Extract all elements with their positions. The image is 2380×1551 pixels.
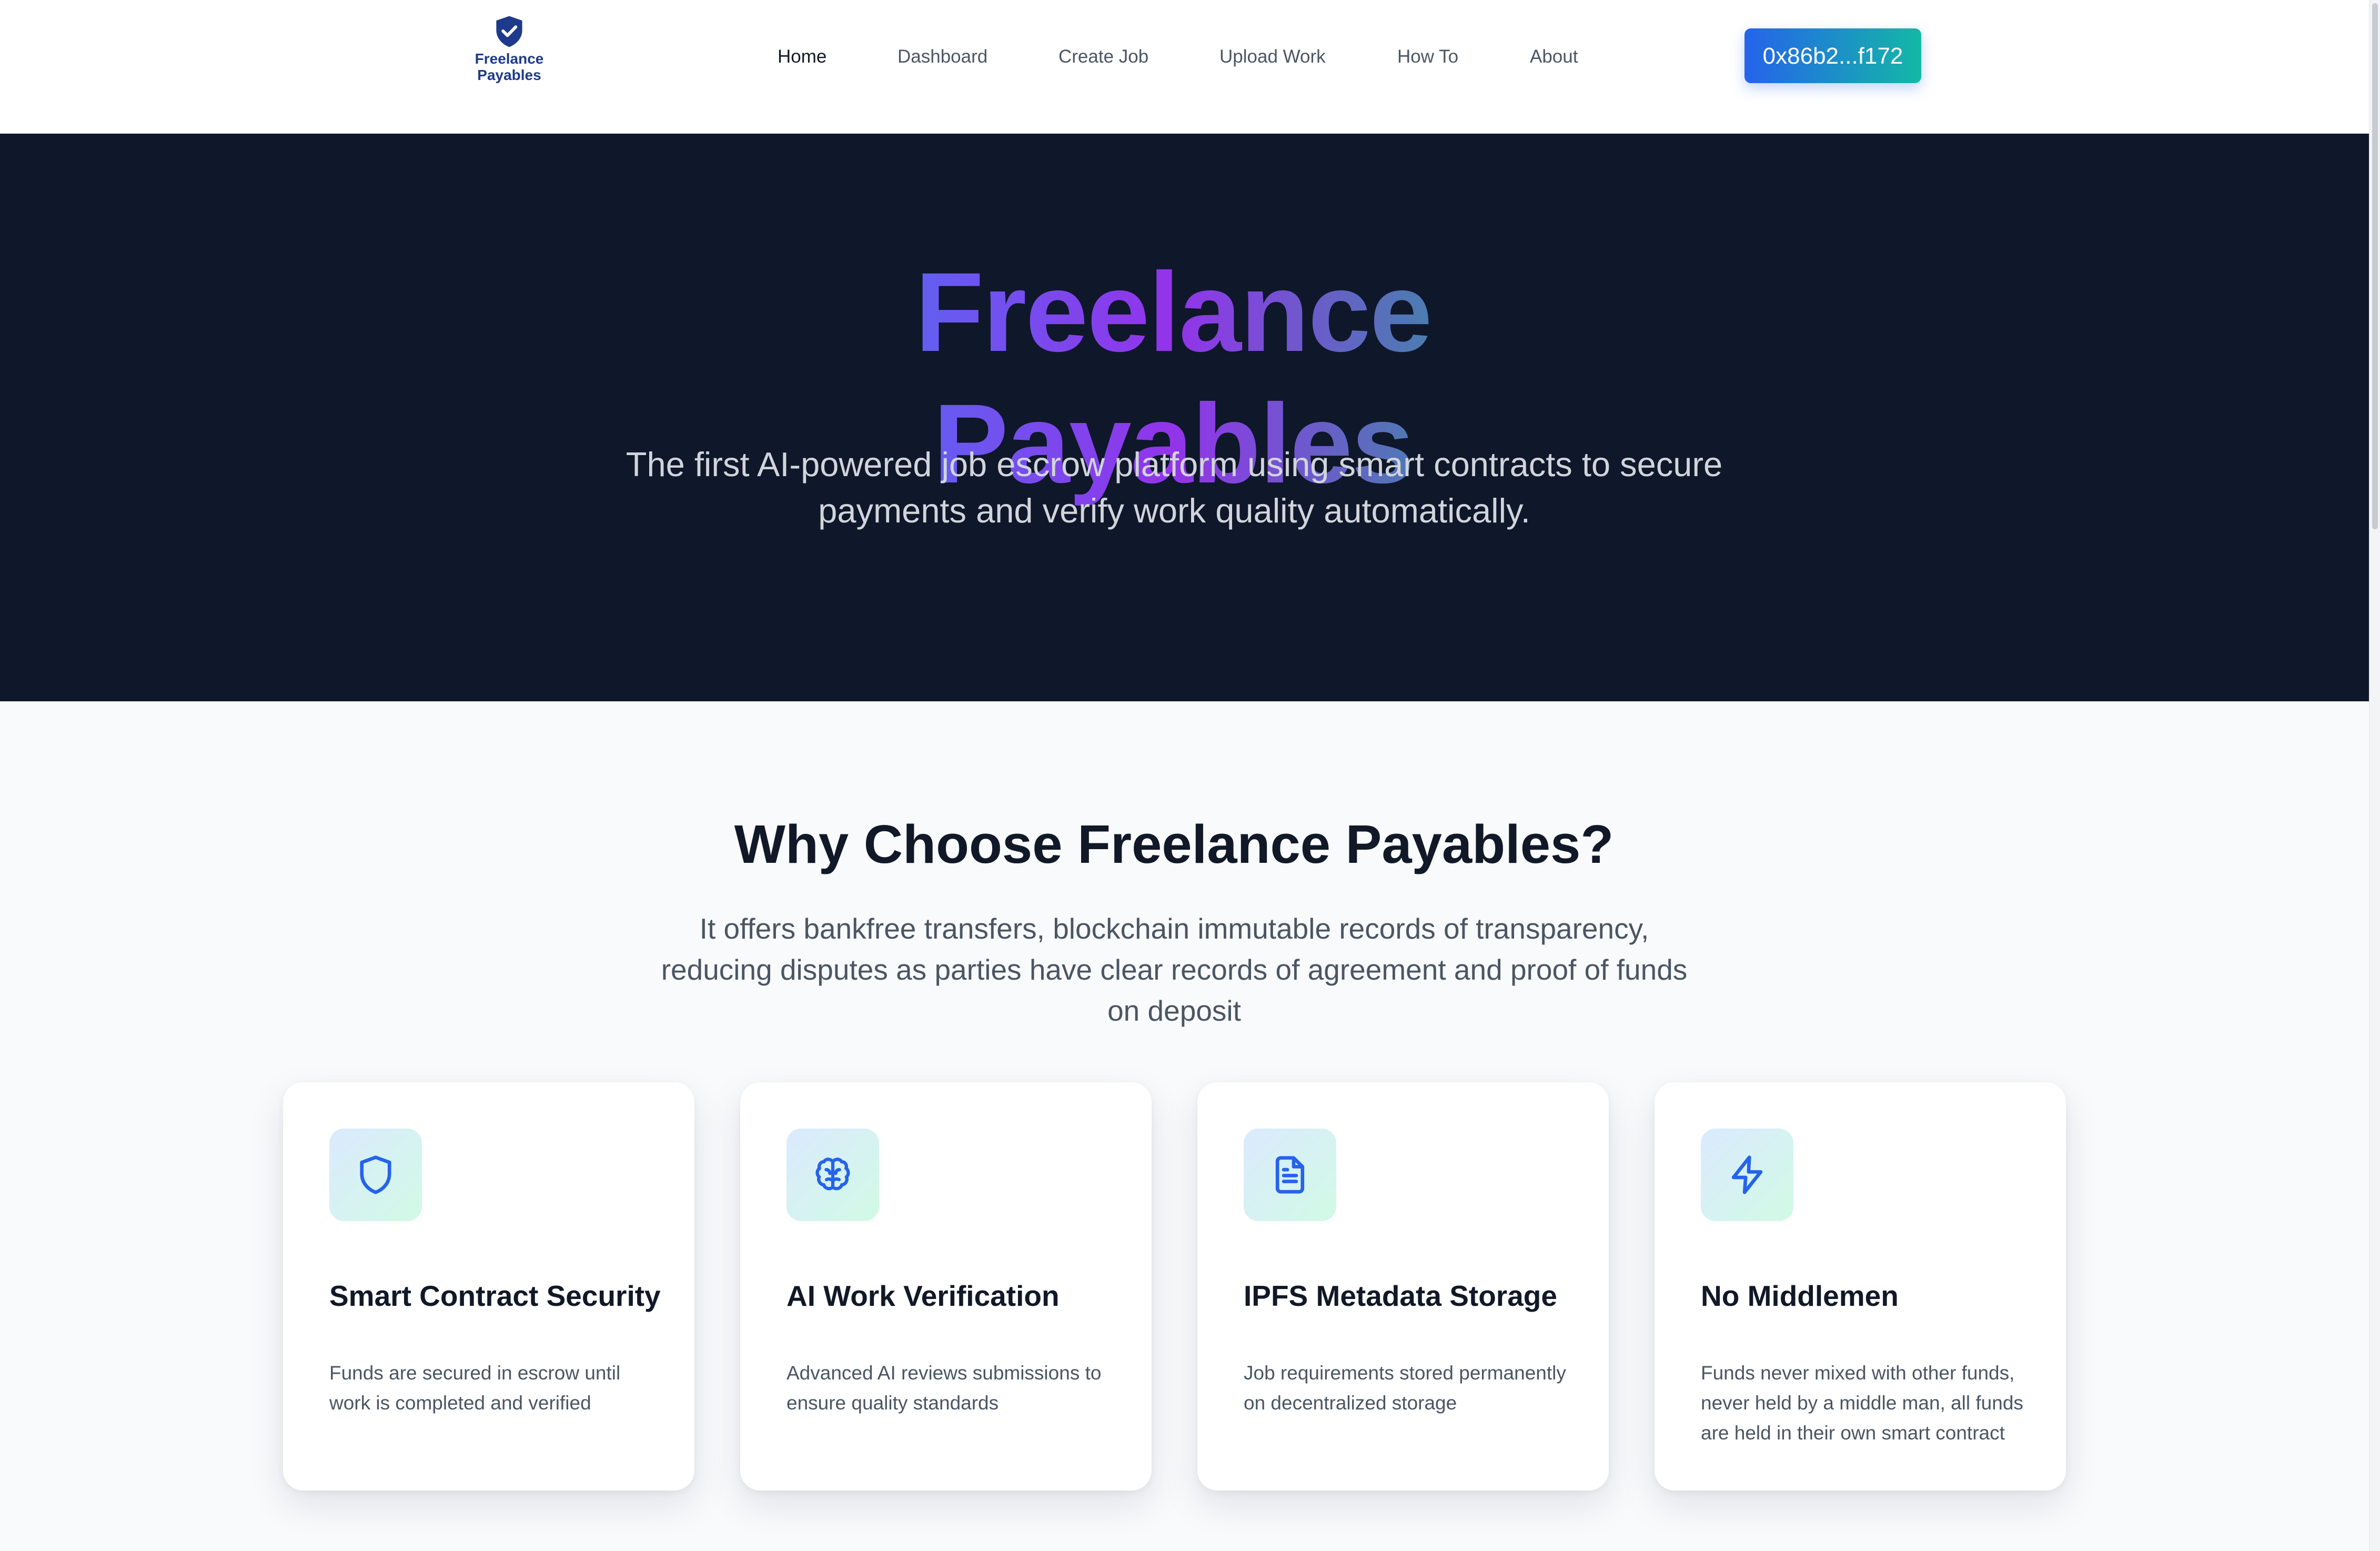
features-subtitle: It offers bankfree transfers, blockchain… xyxy=(661,912,1688,1027)
feature-card-text: Funds are secured in escrow until work i… xyxy=(329,1362,621,1414)
nav-create-job[interactable]: Create Job xyxy=(1058,45,1148,68)
scrollbar-thumb[interactable] xyxy=(2372,3,2378,529)
feature-card-title: IPFS Metadata Storage xyxy=(1244,1280,1557,1312)
nav-dashboard[interactable]: Dashboard xyxy=(897,45,987,68)
shield-check-icon xyxy=(496,16,522,47)
feature-card-text: Advanced AI reviews submissions to ensur… xyxy=(786,1362,1102,1414)
feature-card-ai-work-verification: AI Work Verification Advanced AI reviews… xyxy=(740,1082,1152,1490)
brain-icon xyxy=(815,1157,850,1191)
logo[interactable]: Freelance Payables xyxy=(468,15,550,88)
logo-text-line1: Freelance xyxy=(475,51,544,67)
feature-card-title: No Middlemen xyxy=(1701,1280,1899,1312)
features-title: Why Choose Freelance Payables? xyxy=(734,814,1614,874)
feature-card-ipfs-metadata-storage: IPFS Metadata Storage Job requirements s… xyxy=(1197,1082,1609,1490)
feature-card-no-middlemen: No Middlemen Funds never mixed with othe… xyxy=(1655,1082,2066,1490)
logo-text-line2: Payables xyxy=(477,67,541,83)
hero-section: Freelance Payables The first AI-powered … xyxy=(0,134,2369,701)
feature-icon-box xyxy=(329,1129,422,1221)
feature-card-text: Job requirements stored permanently on d… xyxy=(1244,1362,1566,1414)
page-scrollbar[interactable] xyxy=(2369,0,2380,1551)
feature-icon-box xyxy=(1244,1129,1336,1221)
nav-how-to[interactable]: How To xyxy=(1397,45,1458,68)
hero-subtitle: The first AI-powered job escrow platform… xyxy=(626,445,1723,530)
feature-card-smart-contract-security: Smart Contract Security Funds are secure… xyxy=(283,1082,694,1490)
feature-icon-box xyxy=(1701,1129,1793,1221)
nav-upload-work[interactable]: Upload Work xyxy=(1219,45,1326,68)
feature-card-text: Funds never mixed with other funds, neve… xyxy=(1701,1362,2023,1444)
feature-card-title: Smart Contract Security xyxy=(329,1280,661,1312)
shield-icon xyxy=(360,1155,391,1194)
lightning-icon xyxy=(1731,1155,1763,1194)
nav-home[interactable]: Home xyxy=(778,45,826,68)
hero-title-container: Freelance Payables xyxy=(710,247,1636,507)
document-icon xyxy=(1275,1156,1305,1194)
nav-about[interactable]: About xyxy=(1530,45,1578,68)
site-header: Freelance Payables Home Dashboard Create… xyxy=(0,0,2369,134)
feature-card-title: AI Work Verification xyxy=(786,1280,1060,1312)
wallet-address-button[interactable]: 0x86b2...f172 xyxy=(1744,28,1921,83)
feature-icon-box xyxy=(786,1129,879,1221)
